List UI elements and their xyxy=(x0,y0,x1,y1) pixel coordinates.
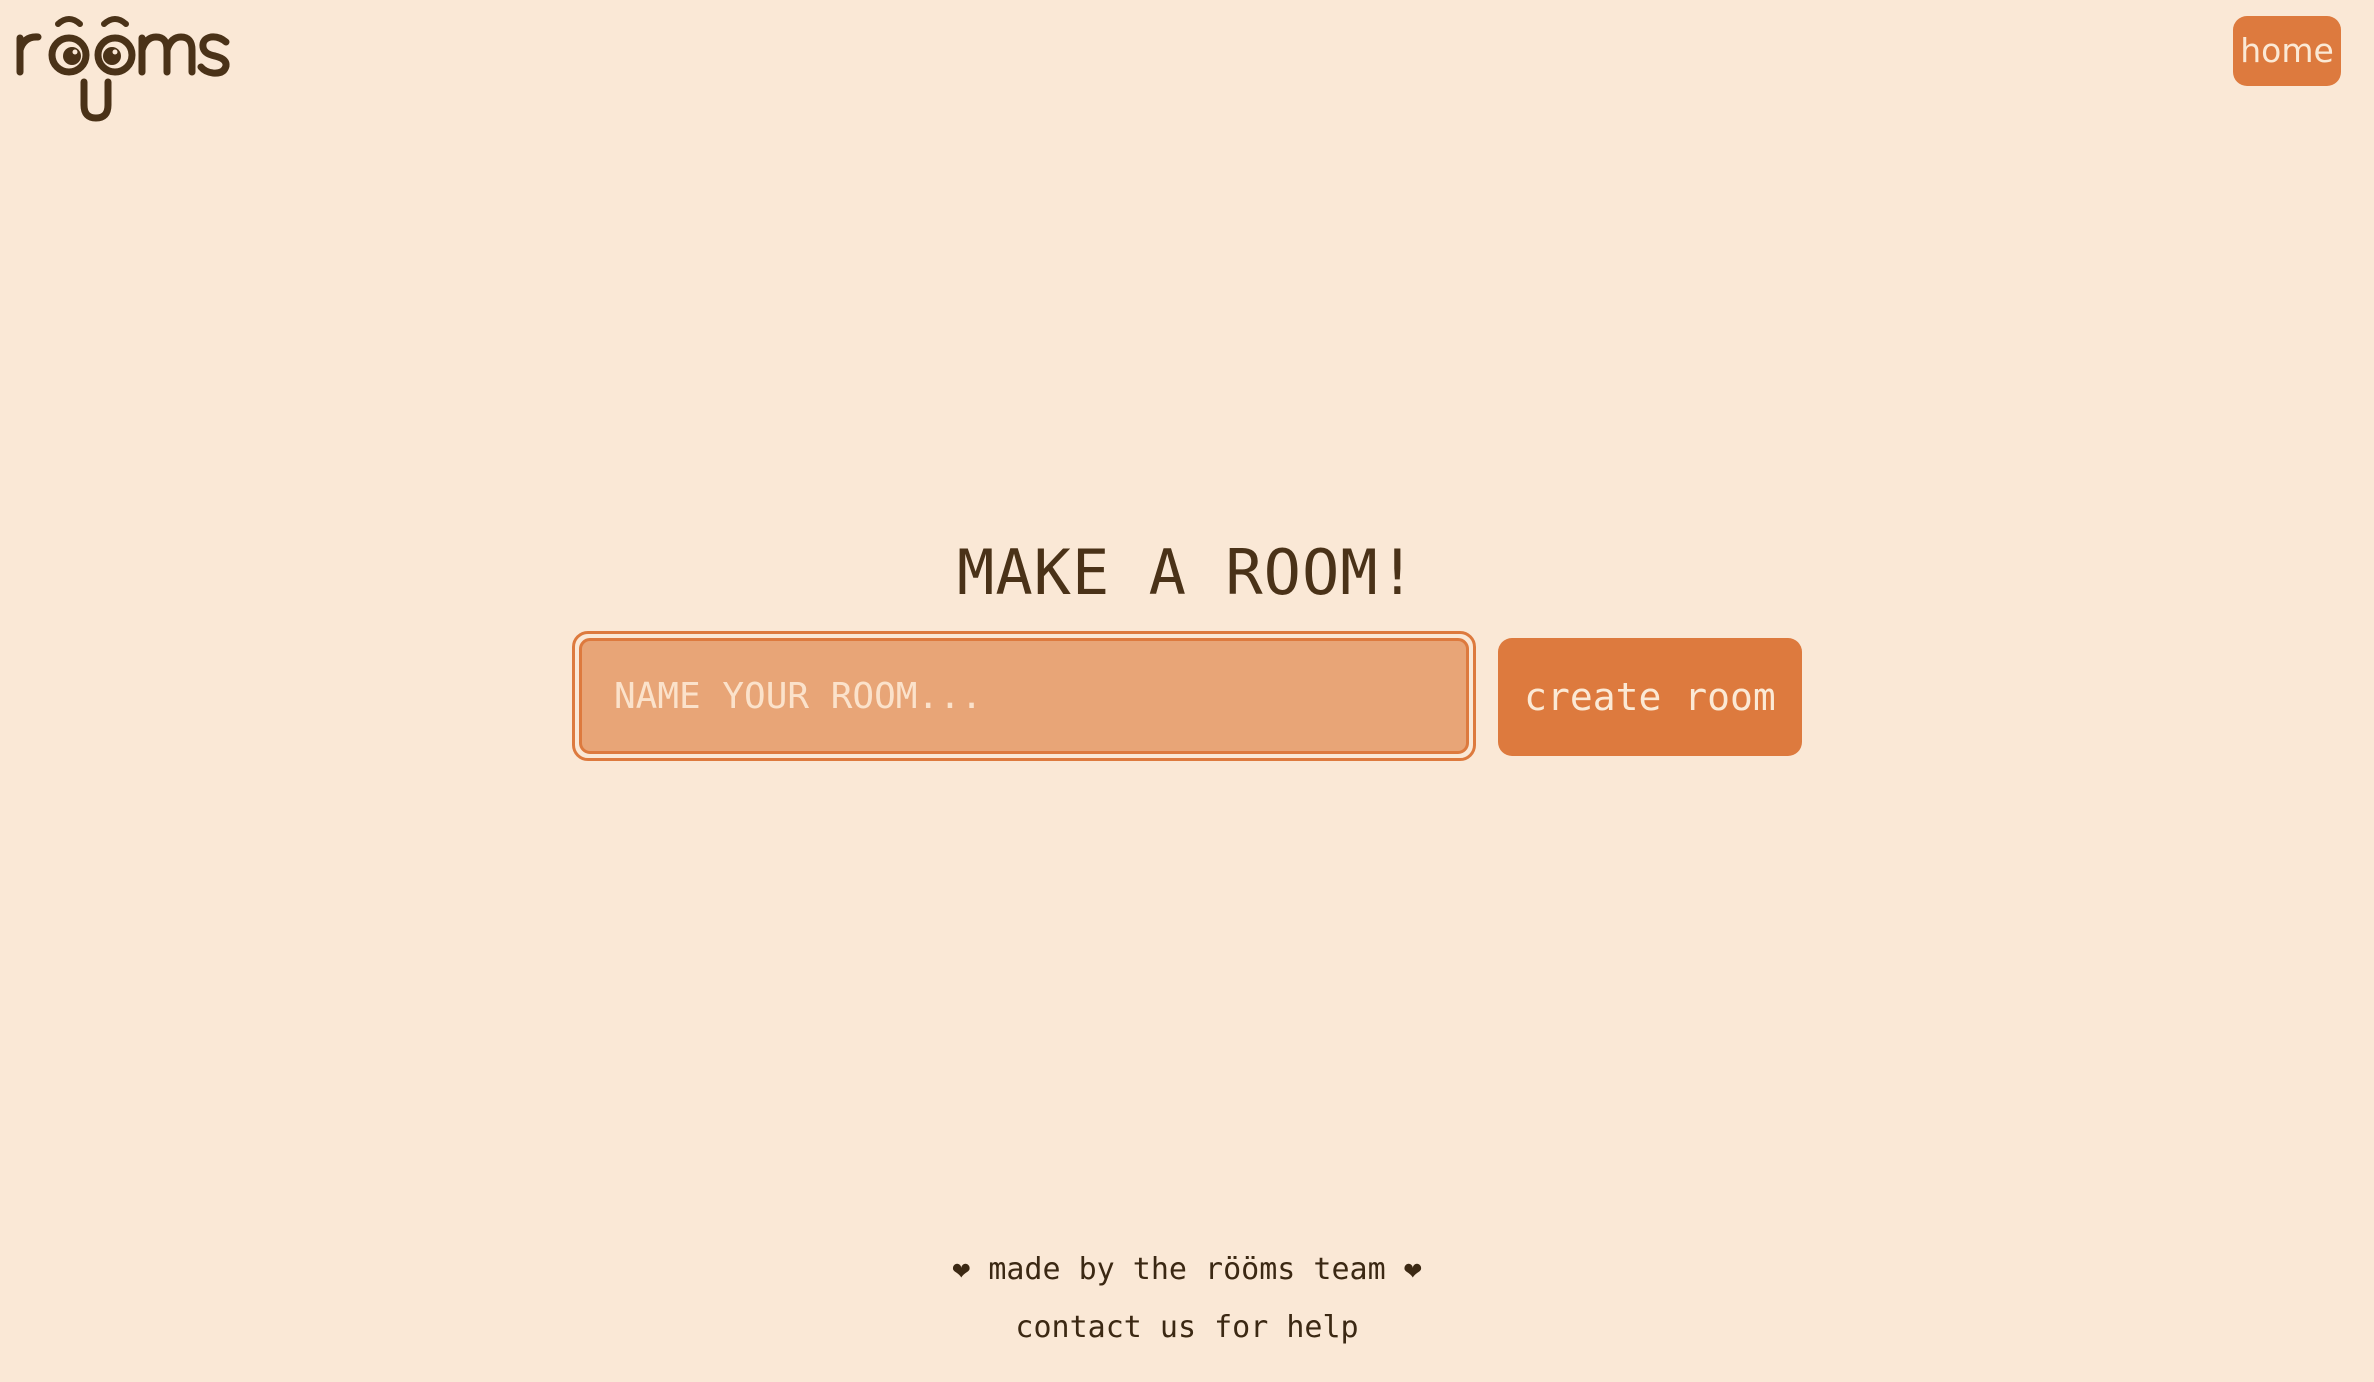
heart-icon: ❤ xyxy=(952,1252,971,1287)
create-room-button[interactable]: create room xyxy=(1498,638,1802,756)
page: home MAKE A ROOM! create room ❤ made by … xyxy=(0,0,2374,1382)
made-by-text: made by the rööms team xyxy=(988,1252,1386,1287)
rooms-logo-face-icon xyxy=(16,16,230,122)
footer-credit: ❤ made by the rööms team ❤ xyxy=(0,1246,2374,1294)
heart-icon: ❤ xyxy=(1403,1252,1422,1287)
room-name-field xyxy=(572,631,1476,761)
contact-link[interactable]: contact us for help xyxy=(1015,1310,1358,1345)
room-name-input[interactable] xyxy=(579,638,1469,754)
rooms-logo[interactable] xyxy=(14,10,244,125)
footer: ❤ made by the rööms team ❤ contact us fo… xyxy=(0,1246,2374,1352)
home-button[interactable]: home xyxy=(2233,16,2341,86)
page-title: MAKE A ROOM! xyxy=(957,536,1417,609)
footer-contact: contact us for help xyxy=(0,1304,2374,1352)
